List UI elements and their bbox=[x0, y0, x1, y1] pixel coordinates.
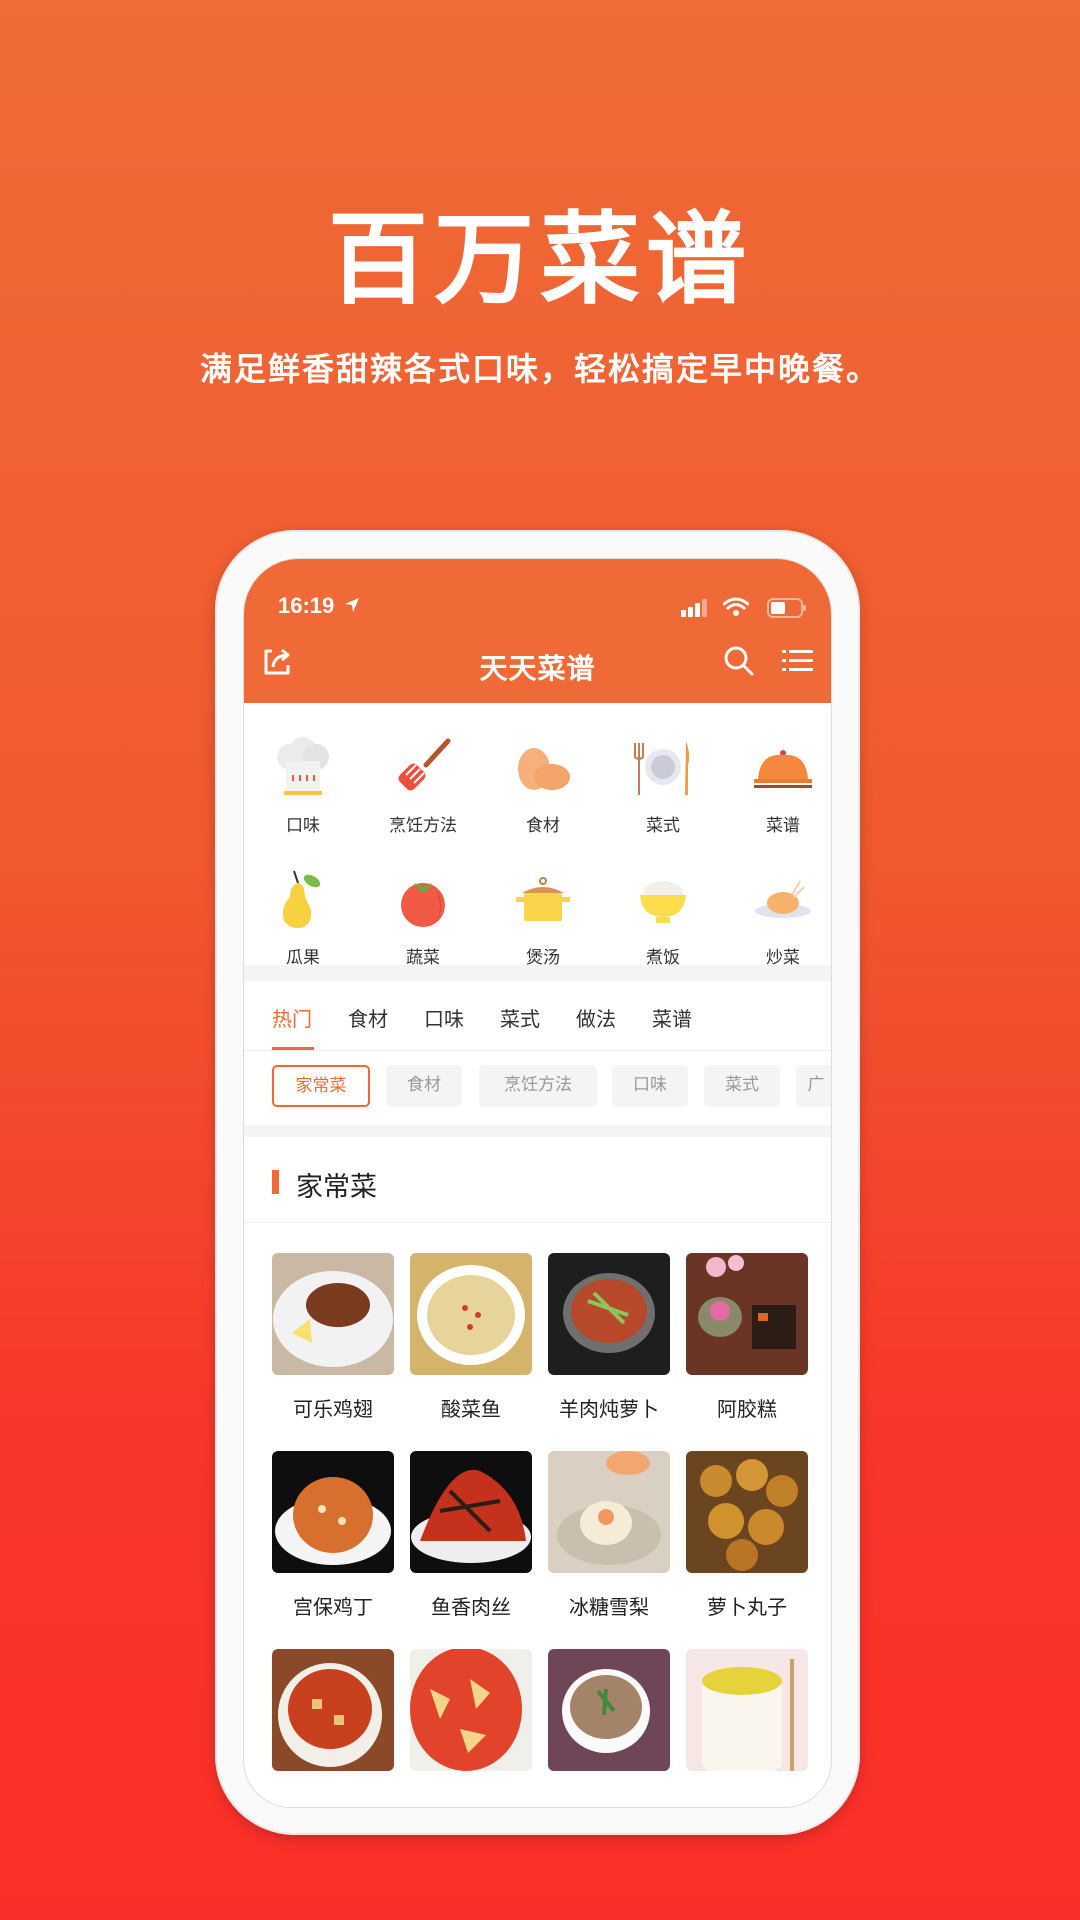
tab-bar: 热门 食材 口味 菜式 做法 菜谱 bbox=[244, 981, 831, 1051]
category-label: 烹饪方法 bbox=[389, 816, 457, 836]
location-arrow-icon bbox=[344, 597, 360, 617]
recipe-card[interactable] bbox=[410, 1649, 532, 1771]
signal-icon bbox=[681, 599, 711, 621]
category-item[interactable]: 烹饪方法 bbox=[368, 735, 478, 836]
recipe-photo bbox=[272, 1451, 394, 1573]
filter-chips: 家常菜 食材 烹饪方法 口味 菜式 广 bbox=[244, 1051, 831, 1125]
section-header: 家常菜 bbox=[244, 1137, 831, 1223]
recipe-card[interactable] bbox=[686, 1649, 808, 1771]
rice-bowl-icon bbox=[640, 881, 686, 923]
recipe-name: 萝卜丸子 bbox=[707, 1595, 787, 1619]
recipe-card[interactable]: 冰糖雪梨 bbox=[548, 1451, 670, 1620]
chip-flavor[interactable]: 口味 bbox=[612, 1065, 688, 1107]
category-label: 口味 bbox=[286, 816, 320, 836]
recipe-name: 宫保鸡丁 bbox=[293, 1595, 373, 1619]
category-item[interactable]: 口味 bbox=[248, 735, 358, 836]
wifi-icon bbox=[722, 597, 750, 621]
category-item[interactable]: 炒菜 bbox=[728, 867, 831, 968]
recipe-card[interactable]: 可乐鸡翅 bbox=[272, 1253, 394, 1422]
recipe-name: 鱼香肉丝 bbox=[431, 1595, 511, 1619]
eggs-icon bbox=[518, 748, 570, 790]
recipe-photo bbox=[686, 1253, 808, 1375]
cloche-icon bbox=[754, 750, 812, 788]
recipe-name: 冰糖雪梨 bbox=[569, 1595, 649, 1619]
recipe-photo bbox=[410, 1253, 532, 1375]
promo-subtitle: 满足鲜香甜辣各式口味，轻松搞定早中晚餐。 bbox=[199, 350, 880, 388]
promo-title: 百万菜谱 bbox=[328, 201, 752, 318]
recipe-card[interactable] bbox=[548, 1649, 670, 1771]
recipe-name: 可乐鸡翅 bbox=[293, 1397, 373, 1421]
chef-hat-icon bbox=[277, 737, 329, 795]
category-item[interactable]: 菜式 bbox=[608, 735, 718, 836]
chip-cooking-method[interactable]: 烹饪方法 bbox=[479, 1065, 597, 1107]
tab-recipes[interactable]: 菜谱 bbox=[652, 1003, 692, 1032]
category-item[interactable]: 菜谱 bbox=[728, 735, 831, 836]
tab-flavor[interactable]: 口味 bbox=[424, 1003, 464, 1032]
roast-chicken-icon bbox=[755, 880, 811, 918]
active-tab-indicator bbox=[272, 1047, 314, 1050]
chip-more[interactable]: 广 bbox=[796, 1065, 831, 1107]
tomato-icon bbox=[401, 883, 445, 927]
pear-icon bbox=[282, 870, 321, 929]
category-grid: 口味 烹饪方法 食材 菜式 菜谱 瓜果 蔬菜 煲汤 煮饭 炒菜 bbox=[244, 703, 831, 968]
tab-method[interactable]: 做法 bbox=[576, 1003, 616, 1032]
recipe-card[interactable]: 酸菜鱼 bbox=[410, 1253, 532, 1422]
category-label: 菜式 bbox=[646, 816, 680, 836]
tab-hot[interactable]: 热门 bbox=[272, 1003, 312, 1032]
chip-cuisine[interactable]: 菜式 bbox=[704, 1065, 780, 1107]
recipe-name: 羊肉炖萝卜 bbox=[559, 1397, 659, 1421]
recipe-card[interactable]: 鱼香肉丝 bbox=[410, 1451, 532, 1620]
category-label: 菜谱 bbox=[766, 816, 800, 836]
recipe-photo bbox=[410, 1451, 532, 1573]
category-item[interactable]: 蔬菜 bbox=[368, 867, 478, 968]
recipe-card[interactable]: 萝卜丸子 bbox=[686, 1451, 808, 1620]
recipe-photo bbox=[548, 1253, 670, 1375]
recipe-card[interactable]: 宫保鸡丁 bbox=[272, 1451, 394, 1620]
category-item[interactable]: 煮饭 bbox=[608, 867, 718, 968]
recipe-card[interactable] bbox=[272, 1649, 394, 1771]
spatula-icon bbox=[398, 738, 451, 791]
recipe-name: 酸菜鱼 bbox=[441, 1397, 501, 1421]
recipe-photo bbox=[686, 1649, 808, 1771]
app-bar: 16:19 天天菜谱 bbox=[244, 559, 831, 703]
app-screen: 16:19 天天菜谱 口味 烹饪方法 食材 菜式 菜谱 瓜果 蔬菜 煲汤 煮饭 … bbox=[243, 558, 832, 1808]
chip-home-cooking[interactable]: 家常菜 bbox=[272, 1065, 370, 1107]
category-item[interactable]: 煲汤 bbox=[488, 867, 598, 968]
recipe-photo bbox=[272, 1649, 394, 1771]
divider bbox=[244, 1125, 831, 1137]
section-title: 家常菜 bbox=[296, 1172, 377, 1203]
category-label: 食材 bbox=[526, 816, 560, 836]
pot-icon bbox=[516, 877, 570, 921]
category-item[interactable]: 瓜果 bbox=[248, 867, 358, 968]
recipe-photo bbox=[548, 1649, 670, 1771]
plate-cutlery-icon bbox=[634, 741, 690, 795]
status-bar: 16:19 bbox=[244, 593, 831, 623]
recipe-card[interactable]: 阿胶糕 bbox=[686, 1253, 808, 1422]
recipe-photo bbox=[272, 1253, 394, 1375]
chip-ingredients[interactable]: 食材 bbox=[386, 1065, 462, 1107]
search-icon[interactable] bbox=[721, 643, 757, 679]
category-item[interactable]: 食材 bbox=[488, 735, 598, 836]
recipe-card[interactable]: 羊肉炖萝卜 bbox=[548, 1253, 670, 1422]
tab-cuisine[interactable]: 菜式 bbox=[500, 1003, 540, 1032]
phone-frame: 16:19 天天菜谱 口味 烹饪方法 食材 菜式 菜谱 瓜果 蔬菜 煲汤 煮饭 … bbox=[215, 530, 860, 1835]
recipe-photo bbox=[548, 1451, 670, 1573]
recipe-photo bbox=[410, 1649, 532, 1771]
menu-list-icon[interactable] bbox=[779, 643, 815, 679]
section-accent-bar bbox=[272, 1170, 279, 1194]
divider bbox=[244, 965, 831, 981]
status-time: 16:19 bbox=[278, 593, 335, 618]
recipe-photo bbox=[686, 1451, 808, 1573]
recipe-name: 阿胶糕 bbox=[717, 1397, 777, 1421]
tab-ingredients[interactable]: 食材 bbox=[348, 1003, 388, 1032]
battery-icon bbox=[767, 598, 807, 622]
